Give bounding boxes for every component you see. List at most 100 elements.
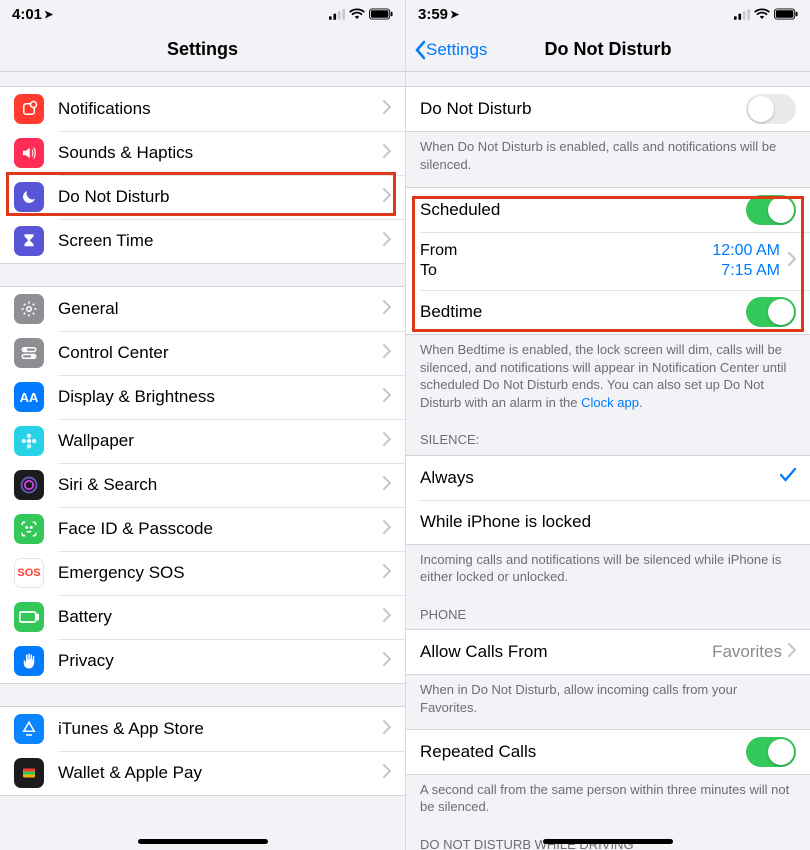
chevron-right-icon <box>383 100 391 119</box>
home-indicator[interactable] <box>543 839 673 844</box>
row-label: Sounds & Haptics <box>58 143 383 163</box>
settings-row-controlcenter[interactable]: Control Center <box>0 331 405 375</box>
hand-icon <box>14 646 44 676</box>
settings-row-wallet[interactable]: Wallet & Apple Pay <box>0 751 405 795</box>
from-label: From <box>420 242 712 260</box>
chevron-right-icon <box>383 144 391 163</box>
row-label: Wallet & Apple Pay <box>58 763 383 783</box>
back-button[interactable]: Settings <box>414 28 487 72</box>
wifi-icon <box>754 8 770 20</box>
dnd-list[interactable]: Do Not Disturb When Do Not Disturb is en… <box>406 72 810 850</box>
row-label: Battery <box>58 607 383 627</box>
chevron-right-icon <box>383 608 391 627</box>
row-label: Repeated Calls <box>420 742 746 762</box>
settings-row-sos[interactable]: SOS Emergency SOS <box>0 551 405 595</box>
silence-always-row[interactable]: Always <box>406 456 810 500</box>
section-header: SILENCE: <box>406 417 810 455</box>
speaker-icon <box>14 138 44 168</box>
chevron-right-icon <box>383 564 391 583</box>
settings-row-appstore[interactable]: iTunes & App Store <box>0 707 405 751</box>
page-title: Settings <box>167 39 238 60</box>
row-label: Wallpaper <box>58 431 383 451</box>
settings-row-faceid[interactable]: Face ID & Passcode <box>0 507 405 551</box>
row-label: Face ID & Passcode <box>58 519 383 539</box>
settings-row-screentime[interactable]: Screen Time <box>0 219 405 263</box>
settings-row-sounds[interactable]: Sounds & Haptics <box>0 131 405 175</box>
row-label: Siri & Search <box>58 475 383 495</box>
silence-locked-row[interactable]: While iPhone is locked <box>406 500 810 544</box>
settings-row-siri[interactable]: Siri & Search <box>0 463 405 507</box>
row-label: Do Not Disturb <box>420 99 746 119</box>
settings-list[interactable]: Notifications Sounds & Haptics Do Not Di… <box>0 72 405 850</box>
chevron-right-icon <box>788 252 796 271</box>
row-label: Display & Brightness <box>58 387 383 407</box>
clock-app-link[interactable]: Clock app <box>581 395 639 410</box>
page-title: Do Not Disturb <box>545 39 672 60</box>
footer-text: Incoming calls and notifications will be… <box>406 545 810 592</box>
repeated-toggle[interactable] <box>746 737 796 767</box>
silence-group: SILENCE: Always While iPhone is locked I… <box>406 417 810 592</box>
footer-text: When Bedtime is enabled, the lock screen… <box>406 335 810 417</box>
flower-icon <box>14 426 44 456</box>
repeated-group: Repeated Calls A second call from the sa… <box>406 729 810 822</box>
bell-icon <box>14 94 44 124</box>
chevron-right-icon <box>383 520 391 539</box>
repeated-calls-row[interactable]: Repeated Calls <box>406 730 810 774</box>
dnd-toggle[interactable] <box>746 94 796 124</box>
from-to-row[interactable]: From 12:00 AM To 7:15 AM <box>406 232 810 290</box>
chevron-right-icon <box>383 432 391 451</box>
location-arrow-icon: ➤ <box>450 8 459 21</box>
footer-text: When in Do Not Disturb, allow incoming c… <box>406 675 810 722</box>
cell-signal-icon <box>734 9 750 20</box>
settings-row-wallpaper[interactable]: Wallpaper <box>0 419 405 463</box>
settings-row-notifications[interactable]: Notifications <box>0 87 405 131</box>
back-label: Settings <box>426 40 487 60</box>
row-detail: Favorites <box>712 642 782 662</box>
chevron-left-icon <box>414 40 426 60</box>
siri-icon <box>14 470 44 500</box>
settings-row-privacy[interactable]: Privacy <box>0 639 405 683</box>
chevron-right-icon <box>383 764 391 783</box>
row-label: Emergency SOS <box>58 563 383 583</box>
faceid-icon <box>14 514 44 544</box>
navbar: Settings <box>0 28 405 72</box>
settings-group: General Control Center AA Display & Brig… <box>0 286 405 684</box>
sos-icon: SOS <box>14 558 44 588</box>
settings-row-display[interactable]: AA Display & Brightness <box>0 375 405 419</box>
row-label: Privacy <box>58 651 383 671</box>
settings-row-battery[interactable]: Battery <box>0 595 405 639</box>
to-label: To <box>420 262 721 280</box>
schedule-group: Scheduled From 12:00 AM To 7:15 AM <box>406 187 810 417</box>
footer-text: When Do Not Disturb is enabled, calls an… <box>406 132 810 179</box>
row-label: Notifications <box>58 99 383 119</box>
wifi-icon <box>349 8 365 20</box>
settings-row-dnd[interactable]: Do Not Disturb <box>0 175 405 219</box>
moon-icon <box>14 182 44 212</box>
allow-calls-row[interactable]: Allow Calls From Favorites <box>406 630 810 674</box>
settings-row-general[interactable]: General <box>0 287 405 331</box>
row-label: General <box>58 299 383 319</box>
bedtime-toggle[interactable] <box>746 297 796 327</box>
scheduled-row[interactable]: Scheduled <box>406 188 810 232</box>
chevron-right-icon <box>383 476 391 495</box>
driving-group: DO NOT DISTURB WHILE DRIVING Activate Bl… <box>406 822 810 850</box>
home-indicator[interactable] <box>138 839 268 844</box>
row-label: iTunes & App Store <box>58 719 383 739</box>
wallet-icon <box>14 758 44 788</box>
dnd-toggle-row[interactable]: Do Not Disturb <box>406 87 810 131</box>
settings-group: Notifications Sounds & Haptics Do Not Di… <box>0 86 405 264</box>
row-label: Control Center <box>58 343 383 363</box>
phone-group: PHONE Allow Calls From Favorites When in… <box>406 592 810 723</box>
bedtime-row[interactable]: Bedtime <box>406 290 810 334</box>
battery-icon <box>369 8 393 20</box>
switches-icon <box>14 338 44 368</box>
chevron-right-icon <box>383 652 391 671</box>
status-bar: 3:59 ➤ <box>406 0 810 28</box>
status-time: 3:59 <box>418 6 448 23</box>
to-value: 7:15 AM <box>721 262 780 280</box>
footer-text: A second call from the same person withi… <box>406 775 810 822</box>
chevron-right-icon <box>383 344 391 363</box>
scheduled-toggle[interactable] <box>746 195 796 225</box>
row-label: While iPhone is locked <box>420 512 796 532</box>
aa-icon: AA <box>14 382 44 412</box>
